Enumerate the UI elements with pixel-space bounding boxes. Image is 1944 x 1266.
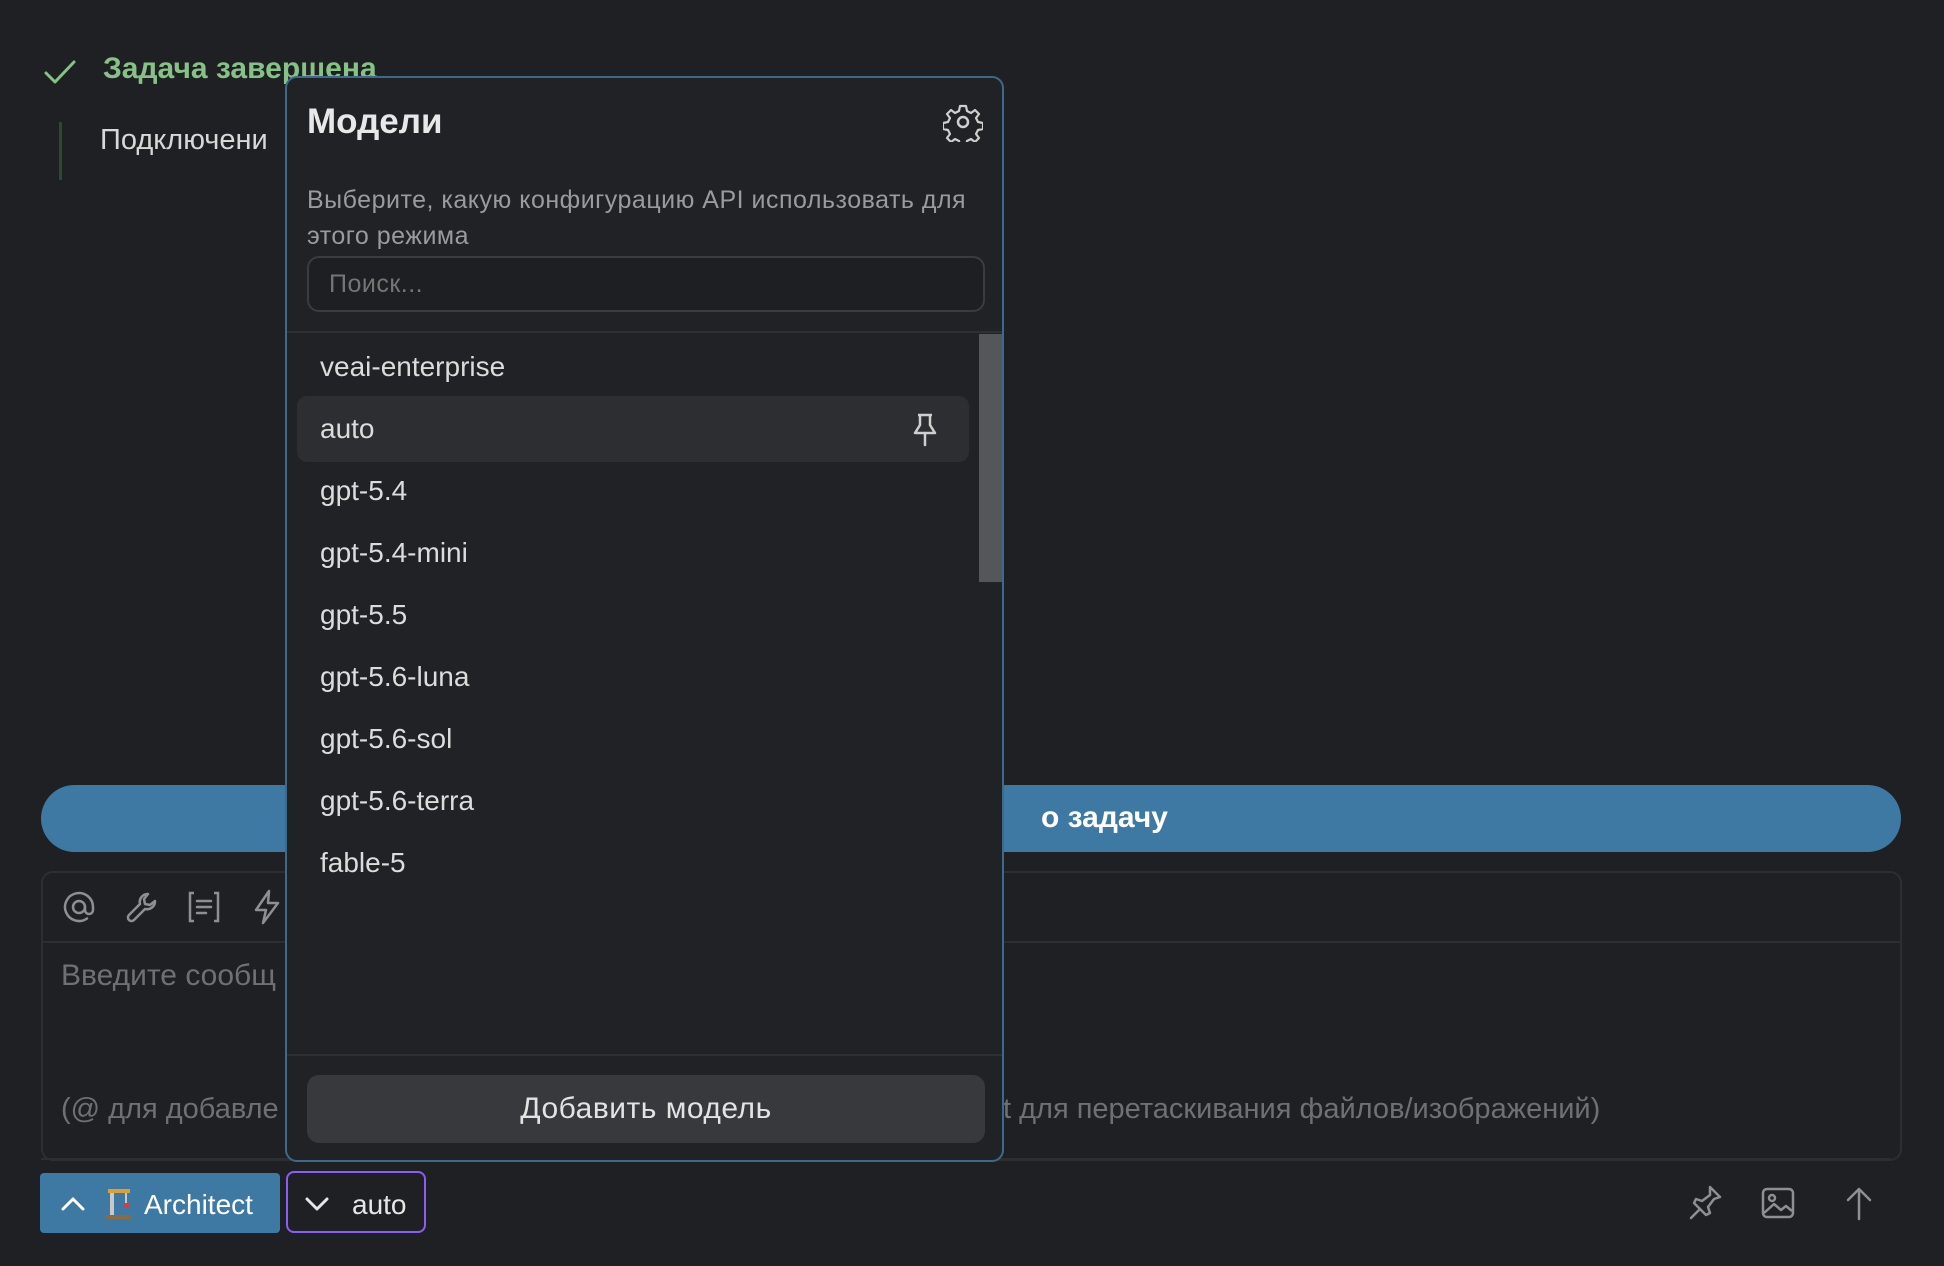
image-icon[interactable] <box>1758 1183 1798 1223</box>
chevron-up-icon <box>61 1197 85 1211</box>
model-item-label: gpt-5.4-mini <box>320 537 468 568</box>
model-item-label: gpt-5.6-sol <box>320 723 453 754</box>
popover-title: Модели <box>307 102 443 141</box>
popover-divider <box>287 1054 1002 1056</box>
message-placeholder: Введите сообщ <box>61 959 276 992</box>
model-item-gpt-5-6-terra[interactable]: gpt-5.6-terra <box>297 768 969 834</box>
pin-icon[interactable] <box>905 409 945 449</box>
mention-icon[interactable] <box>59 887 99 927</box>
model-item-label: gpt-5.4 <box>320 475 408 506</box>
chevron-down-icon <box>305 1197 329 1211</box>
models-popover: Модели Выберите, какую конфигурацию API … <box>285 76 1004 1162</box>
model-selector-label: auto <box>352 1189 407 1220</box>
model-item-label: gpt-5.5 <box>320 599 408 630</box>
model-item-gpt-5-6-sol[interactable]: gpt-5.6-sol <box>297 706 969 772</box>
task-result-text: Подключени <box>100 124 268 156</box>
list-box-icon[interactable] <box>184 887 224 927</box>
model-item-gpt-5-6-luna[interactable]: gpt-5.6-luna <box>297 644 969 710</box>
sparkle-pin-icon[interactable] <box>1686 1183 1726 1223</box>
gear-icon[interactable] <box>943 102 983 142</box>
lightning-icon[interactable] <box>247 887 287 927</box>
model-item-label: gpt-5.6-luna <box>320 661 470 692</box>
wrench-icon[interactable] <box>122 887 162 927</box>
mode-selector-button[interactable]: Architect <box>40 1173 280 1233</box>
model-selector-button[interactable]: auto <box>286 1171 426 1233</box>
model-item-auto[interactable]: auto <box>297 396 969 462</box>
popover-divider <box>287 331 1002 333</box>
model-item-gpt-5-5[interactable]: gpt-5.5 <box>297 582 969 648</box>
model-search-input[interactable] <box>307 256 985 312</box>
send-arrow-up-icon[interactable] <box>1839 1183 1879 1223</box>
model-item-gpt-5-4-mini[interactable]: gpt-5.4-mini <box>297 520 969 586</box>
checkmark-icon <box>44 60 76 84</box>
model-item-fable-5[interactable]: fable-5 <box>297 830 969 896</box>
popover-description: Выберите, какую конфигурацию API использ… <box>307 186 967 250</box>
model-list: veai-enterprise auto gpt-5.4 gpt-5.4-min… <box>287 334 979 1054</box>
model-list-scrollbar[interactable] <box>979 334 1002 582</box>
model-item-label: fable-5 <box>320 847 406 878</box>
task-quote-bar <box>59 122 62 180</box>
composer-hint-left: (@ для добавле <box>61 1093 279 1125</box>
model-item-label: gpt-5.6-terra <box>320 785 475 816</box>
model-item-gpt-5-4[interactable]: gpt-5.4 <box>297 458 969 524</box>
mode-label: Architect <box>144 1189 253 1220</box>
composer-hint-right: t для перетаскивания файлов/изображений) <box>1003 1093 1601 1125</box>
model-item-label: veai-enterprise <box>320 351 506 382</box>
construction-icon <box>106 1189 132 1219</box>
add-model-button[interactable]: Добавить модель <box>307 1075 985 1143</box>
model-item-veai-enterprise[interactable]: veai-enterprise <box>297 334 969 400</box>
new-task-label: о задачу <box>1041 801 1168 834</box>
model-item-label: auto <box>320 413 375 444</box>
